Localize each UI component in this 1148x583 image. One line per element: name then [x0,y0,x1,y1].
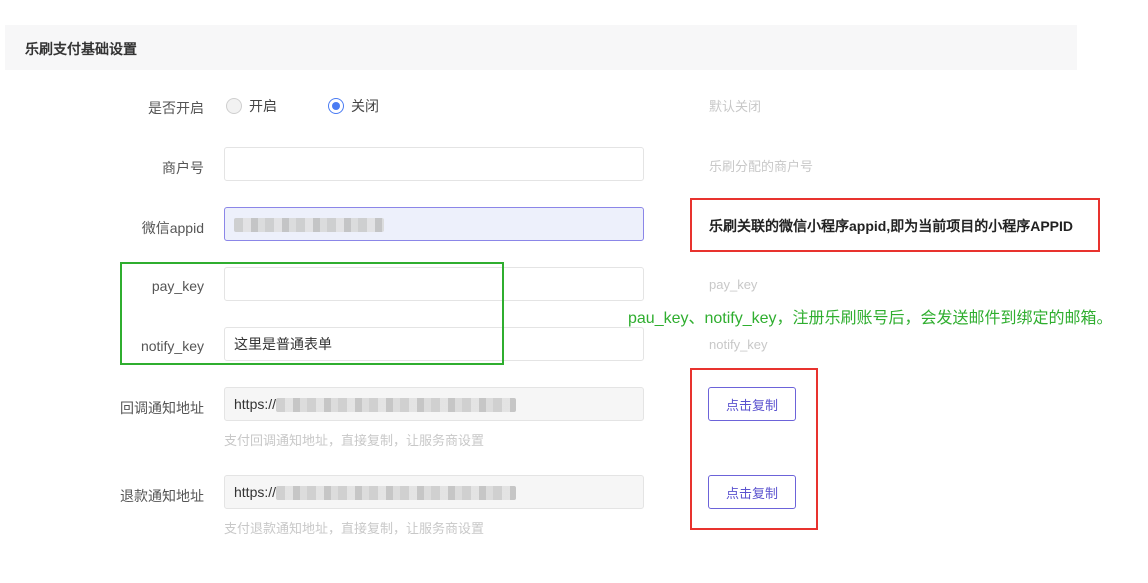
callback-url-input[interactable]: https:// [224,387,644,421]
pay-key-hint: pay_key [709,277,758,292]
radio-disable[interactable]: 关闭 [328,96,379,116]
radio-disable-label: 关闭 [351,98,379,114]
radio-enable[interactable]: 开启 [226,96,277,116]
refund-url-help: 支付退款通知地址，直接复制，让服务商设置 [224,521,485,536]
merchant-no-input[interactable] [224,147,644,181]
section-title: 乐刷支付基础设置 [25,41,137,57]
appid-annotation-text: 乐刷关联的微信小程序appid,即为当前项目的小程序APPID [709,218,1074,234]
section-header: 乐刷支付基础设置 [5,25,1077,70]
keys-annotation-text: pau_key、notify_key，注册乐刷账号后，会发送邮件到绑定的邮箱。 [628,310,1113,327]
wechat-appid-label: 微信appid [141,220,204,236]
radio-enable-circle[interactable] [226,98,242,114]
refund-url-input[interactable]: https:// [224,475,644,509]
notify-key-hint: notify_key [709,337,768,352]
callback-url-label: 回调通知地址 [120,400,204,416]
callback-url-help: 支付回调通知地址，直接复制，让服务商设置 [224,433,485,448]
refund-url-prefix: https:// [234,484,277,500]
refund-url-label: 退款通知地址 [120,488,204,504]
wechat-appid-input[interactable] [224,207,644,241]
radio-disable-circle[interactable] [328,98,344,114]
redacted-callback-url [276,398,517,413]
redacted-appid [234,218,384,233]
enabled-hint: 默认关闭 [709,99,762,114]
radio-enable-label: 开启 [249,98,277,114]
merchant-no-label: 商户号 [162,160,204,176]
keys-annotation-box [120,262,504,365]
redacted-refund-url [276,486,517,501]
enabled-label: 是否开启 [148,100,204,116]
copy-buttons-annotation-box [690,368,818,530]
merchant-no-hint: 乐刷分配的商户号 [709,159,814,174]
callback-url-prefix: https:// [234,396,277,412]
